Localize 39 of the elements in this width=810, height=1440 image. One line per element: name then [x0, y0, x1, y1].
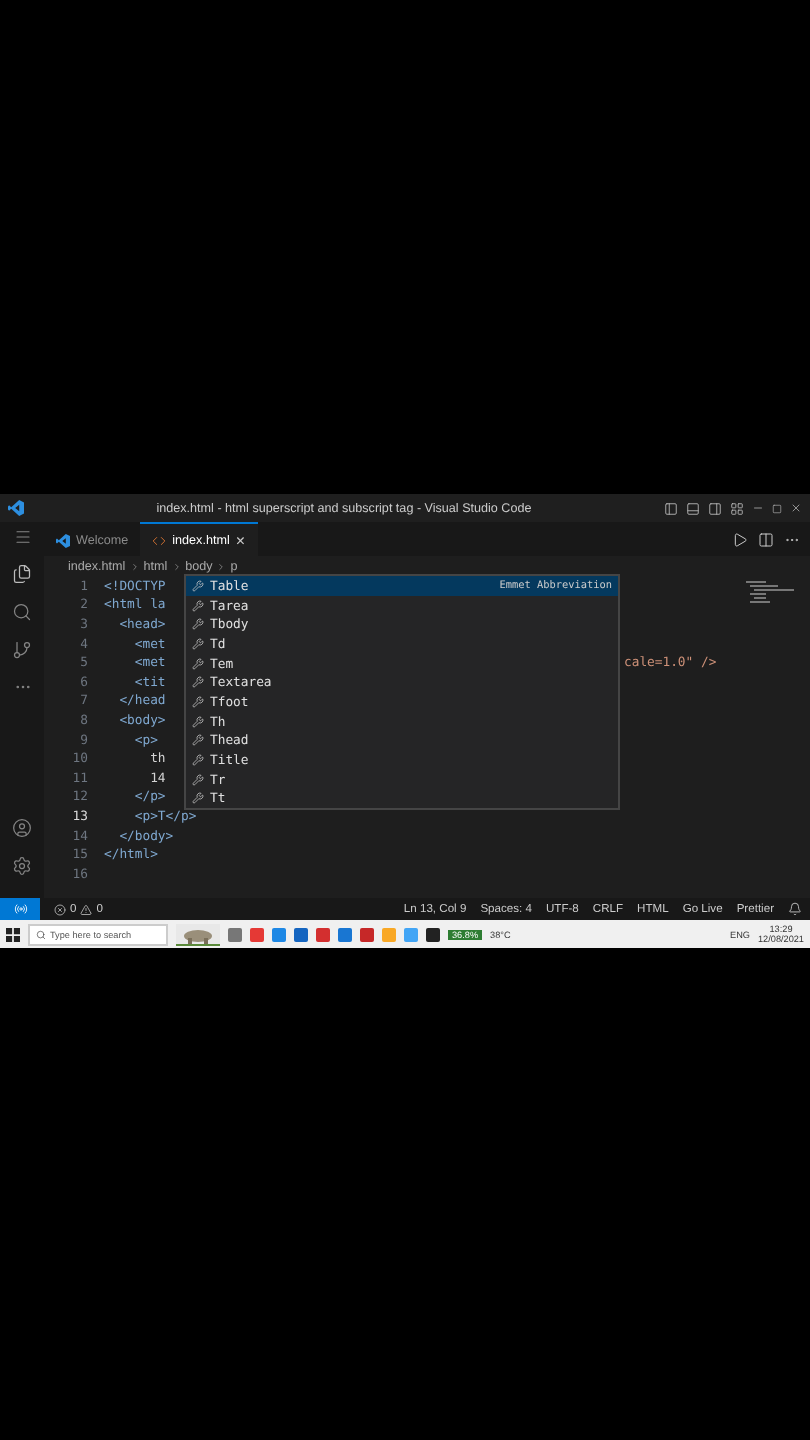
secondary-sidebar-icon[interactable]	[708, 501, 722, 515]
logo-icon	[8, 500, 24, 516]
sidebar-toggle-icon[interactable]	[664, 501, 678, 515]
wrench-icon	[192, 695, 204, 708]
wrench-icon	[192, 792, 204, 805]
maximize-icon[interactable]	[772, 503, 782, 513]
close-tab-button[interactable]: ×	[235, 531, 246, 549]
explorer-icon[interactable]	[12, 564, 32, 584]
search-icon	[36, 929, 46, 939]
panel-toggle-icon[interactable]	[686, 501, 700, 515]
chevron-icon	[129, 561, 140, 571]
code-icon	[152, 533, 167, 547]
error-icon	[54, 903, 66, 915]
split-editor-icon[interactable]	[758, 531, 774, 547]
wrench-icon	[192, 715, 204, 728]
chevron-icon	[216, 561, 227, 571]
minimap-drawing	[746, 580, 794, 608]
notifications-icon[interactable]	[788, 902, 802, 916]
windows-icon[interactable]	[6, 927, 20, 941]
close-icon[interactable]	[790, 502, 802, 514]
run-icon[interactable]	[732, 531, 748, 547]
wrench-icon	[192, 579, 204, 592]
wrench-icon	[192, 754, 204, 767]
search-icon[interactable]	[12, 602, 32, 622]
settings-icon[interactable]	[12, 856, 32, 876]
layout-icon[interactable]	[730, 501, 744, 515]
chevron-icon	[171, 561, 182, 571]
source-control-icon[interactable]	[12, 640, 32, 660]
warning-icon	[80, 903, 93, 915]
wrench-icon	[192, 773, 204, 786]
wrench-icon	[192, 599, 204, 612]
menu-icon[interactable]	[13, 528, 31, 546]
account-icon[interactable]	[12, 818, 32, 838]
wrench-icon	[192, 676, 204, 689]
wrench-icon	[192, 637, 204, 650]
logo-icon	[56, 533, 70, 547]
wrench-icon	[192, 734, 204, 747]
wrench-icon	[192, 618, 204, 631]
wrench-icon	[192, 657, 204, 670]
